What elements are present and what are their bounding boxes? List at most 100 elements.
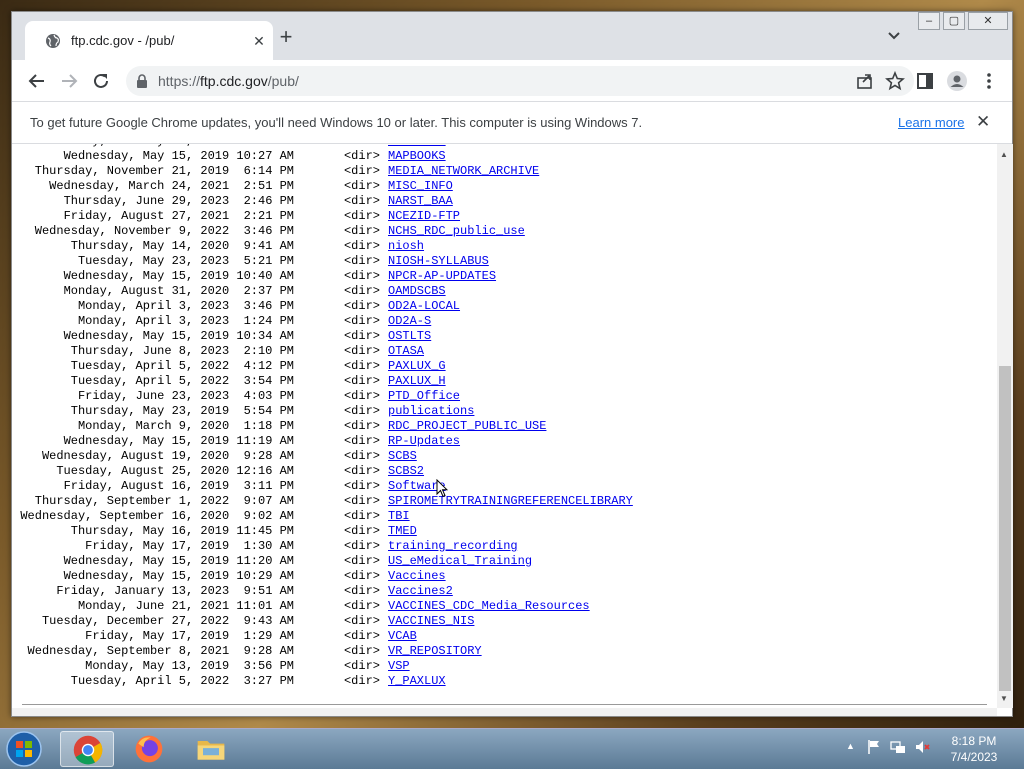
start-icon[interactable] <box>4 730 44 768</box>
directory-link[interactable]: Y_PAXLUX <box>388 674 446 688</box>
directory-link[interactable]: publications <box>388 404 474 418</box>
directory-link[interactable]: MAPBOOKS <box>388 149 446 163</box>
dir-tag: <dir> <box>343 194 380 208</box>
listing-row: Tuesday, December 27, 2022 9:43 AM <dir> V… <box>12 614 633 629</box>
directory-link[interactable]: VSP <box>388 659 410 673</box>
listing-row: Wednesday, September 8, 2021 9:28 AM <dir… <box>12 644 633 659</box>
scroll-down-icon[interactable]: ▼ <box>1000 694 1008 703</box>
listing-row: Thursday, June 8, 2023 2:10 PM <dir> OTASA <box>12 344 633 359</box>
address-bar[interactable]: https://ftp.cdc.gov/pub/ <box>126 66 914 96</box>
listing-row: Wednesday, August 19, 2020 9:28 AM <dir> S… <box>12 449 633 464</box>
directory-link[interactable]: MISC_INFO <box>388 179 453 193</box>
directory-link[interactable]: Vaccines <box>388 569 446 583</box>
modified-date: Wednesday, August 19, 2020 9:28 AM <box>41 449 294 463</box>
dir-tag: <dir> <box>343 509 380 523</box>
directory-link[interactable]: VR_REPOSITORY <box>388 644 482 658</box>
directory-link[interactable]: LTAS-NET <box>388 144 446 148</box>
dir-tag: <dir> <box>343 149 380 163</box>
forward-icon[interactable] <box>58 70 80 92</box>
taskbar-explorer[interactable] <box>184 731 238 767</box>
modified-date: Tuesday, April 5, 2022 3:27 PM <box>70 674 294 688</box>
divider <box>22 704 987 705</box>
dir-tag: <dir> <box>343 659 380 673</box>
directory-link[interactable]: NPCR-AP-UPDATES <box>388 269 496 283</box>
url-path: /pub/ <box>267 73 299 89</box>
back-icon[interactable] <box>26 70 48 92</box>
network-icon[interactable] <box>890 739 906 755</box>
dir-tag: <dir> <box>343 284 380 298</box>
flag-icon[interactable] <box>866 739 882 755</box>
minimize-button[interactable]: – <box>918 12 940 30</box>
directory-link[interactable]: SPIROMETRYTRAININGREFERENCELIBRARY <box>388 494 633 508</box>
menu-icon[interactable] <box>978 70 1000 92</box>
dir-tag: <dir> <box>343 539 380 553</box>
scrollbar-thumb[interactable] <box>999 366 1011 691</box>
directory-link[interactable]: TMED <box>388 524 417 538</box>
directory-link[interactable]: US_eMedical_Training <box>388 554 532 568</box>
directory-link[interactable]: Vaccines2 <box>388 584 453 598</box>
horizontal-scrollbar[interactable] <box>12 708 997 716</box>
system-clock[interactable]: 8:18 PM 7/4/2023 <box>944 733 1004 765</box>
star-icon[interactable] <box>884 70 906 92</box>
share-icon[interactable] <box>854 70 876 92</box>
volume-muted-icon[interactable] <box>914 739 930 755</box>
modified-date: Tuesday, April 5, 2022 4:12 PM <box>70 359 294 373</box>
taskbar-chrome[interactable] <box>60 731 114 767</box>
directory-link[interactable]: RP-Updates <box>388 434 460 448</box>
directory-link[interactable]: SCBS2 <box>388 464 424 478</box>
lock-icon[interactable] <box>136 74 148 88</box>
directory-link[interactable]: VACCINES_NIS <box>388 614 474 628</box>
taskbar-firefox[interactable] <box>122 731 176 767</box>
directory-link[interactable]: OSTLTS <box>388 329 431 343</box>
modified-date: Thursday, September 1, 2022 9:07 AM <box>34 494 294 508</box>
tab-search-icon[interactable] <box>885 27 903 45</box>
directory-link[interactable]: PAXLUX_G <box>388 359 446 373</box>
dir-tag: <dir> <box>343 239 380 253</box>
directory-link[interactable]: SCBS <box>388 449 417 463</box>
directory-link[interactable]: NIOSH-SYLLABUS <box>388 254 489 268</box>
maximize-button[interactable]: ▢ <box>943 12 965 30</box>
new-tab-icon[interactable]: + <box>274 26 298 50</box>
show-hidden-icons[interactable]: ▲ <box>846 741 855 751</box>
vertical-scrollbar[interactable]: ▲ ▼ <box>997 144 1013 708</box>
dir-tag: <dir> <box>343 674 380 688</box>
directory-link[interactable]: TBI <box>388 509 410 523</box>
modified-date: Monday, June 21, 2021 11:01 AM <box>77 599 294 613</box>
url-scheme: https:// <box>158 73 201 89</box>
directory-link[interactable]: NCHS_RDC_public_use <box>388 224 525 238</box>
directory-link[interactable]: PTD_Office <box>388 389 460 403</box>
directory-link[interactable]: OD2A-LOCAL <box>388 299 460 313</box>
reload-icon[interactable] <box>90 70 112 92</box>
directory-link[interactable]: VACCINES_CDC_Media_Resources <box>388 599 590 613</box>
listing-row: Wednesday, May 15, 2019 10:34 AM <dir> OST… <box>12 329 633 344</box>
modified-date: Thursday, May 14, 2020 9:41 AM <box>70 239 294 253</box>
close-icon[interactable]: ✕ <box>976 112 990 132</box>
browser-window: ftp.cdc.gov - /pub/ ✕ + – ▢ ✕ https://ft… <box>11 11 1013 717</box>
tab-active[interactable]: ftp.cdc.gov - /pub/ ✕ <box>25 21 273 60</box>
dir-tag: <dir> <box>343 599 380 613</box>
scroll-up-icon[interactable]: ▲ <box>1000 150 1008 159</box>
listing-row: Tuesday, August 25, 2020 12:16 AM <dir> SC… <box>12 464 633 479</box>
directory-link[interactable]: training_recording <box>388 539 518 553</box>
directory-link[interactable]: RDC_PROJECT_PUBLIC_USE <box>388 419 546 433</box>
directory-link[interactable]: OD2A-S <box>388 314 431 328</box>
learn-more-link[interactable]: Learn more <box>898 115 964 130</box>
close-icon[interactable]: ✕ <box>251 33 267 50</box>
directory-link[interactable]: MEDIA_NETWORK_ARCHIVE <box>388 164 539 178</box>
dir-tag: <dir> <box>343 434 380 448</box>
taskbar: ▲ 8:18 PM 7/4/2023 <box>0 728 1024 769</box>
directory-link[interactable]: NARST_BAA <box>388 194 453 208</box>
listing-row: Thursday, September 1, 2022 9:07 AM <dir>… <box>12 494 633 509</box>
directory-link[interactable]: NCEZID-FTP <box>388 209 460 223</box>
update-infobar: To get future Google Chrome updates, you… <box>12 102 1012 144</box>
side-panel-icon[interactable] <box>914 70 936 92</box>
modified-date: Wednesday, May 15, 2019 10:29 AM <box>63 569 294 583</box>
directory-link[interactable]: VCAB <box>388 629 417 643</box>
directory-link[interactable]: niosh <box>388 239 424 253</box>
close-window-button[interactable]: ✕ <box>968 12 1008 30</box>
directory-link[interactable]: OTASA <box>388 344 424 358</box>
directory-link[interactable]: OAMDSCBS <box>388 284 446 298</box>
modified-date: Thursday, May 23, 2019 5:54 PM <box>70 404 294 418</box>
profile-icon[interactable] <box>946 70 968 92</box>
directory-link[interactable]: PAXLUX_H <box>388 374 446 388</box>
